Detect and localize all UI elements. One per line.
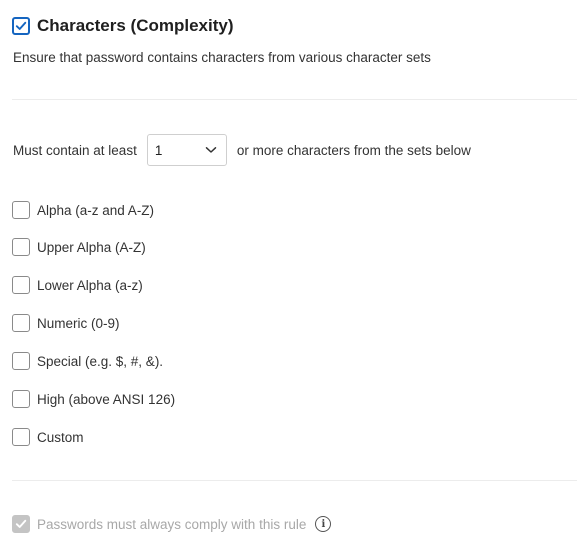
option-upper-alpha[interactable]: Upper Alpha (A-Z) (12, 237, 146, 257)
always-comply-label: Passwords must always comply with this r… (37, 516, 307, 532)
option-label: Alpha (a-z and A-Z) (37, 202, 155, 218)
option-lower-alpha[interactable]: Lower Alpha (a-z) (12, 275, 143, 295)
chevron-down-icon (205, 146, 217, 154)
custom-checkbox[interactable] (12, 428, 30, 446)
option-label: Lower Alpha (a-z) (37, 277, 143, 293)
option-custom[interactable]: Custom (12, 427, 84, 447)
complexity-rule-checkbox[interactable] (12, 17, 30, 35)
special-checkbox[interactable] (12, 352, 30, 370)
alpha-checkbox[interactable] (12, 201, 30, 219)
option-alpha[interactable]: Alpha (a-z and A-Z) (12, 200, 154, 220)
rule-header: Characters (Complexity) (12, 14, 234, 38)
minimum-count-row: Must contain at least 1 or more characte… (13, 134, 471, 166)
lower-alpha-checkbox[interactable] (12, 276, 30, 294)
divider-bottom (12, 480, 577, 481)
rule-title: Characters (Complexity) (37, 16, 234, 35)
option-numeric[interactable]: Numeric (0-9) (12, 313, 120, 333)
option-label: Custom (37, 429, 84, 445)
minimum-count-select[interactable]: 1 (146, 134, 227, 166)
option-label: Numeric (0-9) (37, 315, 120, 331)
option-high[interactable]: High (above ANSI 126) (12, 389, 175, 409)
minimum-suffix-label: or more characters from the sets below (236, 142, 471, 158)
always-comply-row: Passwords must always comply with this r… (12, 514, 332, 534)
minimum-count-value: 1 (154, 142, 163, 158)
high-checkbox[interactable] (12, 390, 30, 408)
upper-alpha-checkbox[interactable] (12, 238, 30, 256)
divider-top (12, 99, 577, 100)
option-special[interactable]: Special (e.g. $, #, &). (12, 351, 163, 371)
checkmark-icon (15, 21, 27, 30)
option-label: High (above ANSI 126) (37, 391, 176, 407)
numeric-checkbox[interactable] (12, 314, 30, 332)
rule-description: Ensure that password contains characters… (13, 50, 431, 65)
option-label: Special (e.g. $, #, &). (37, 353, 164, 369)
always-comply-checkbox (12, 515, 30, 533)
checkmark-icon (15, 519, 27, 528)
minimum-prefix-label: Must contain at least (13, 142, 137, 158)
info-icon[interactable]: i (315, 516, 332, 532)
option-label: Upper Alpha (A-Z) (37, 239, 146, 255)
